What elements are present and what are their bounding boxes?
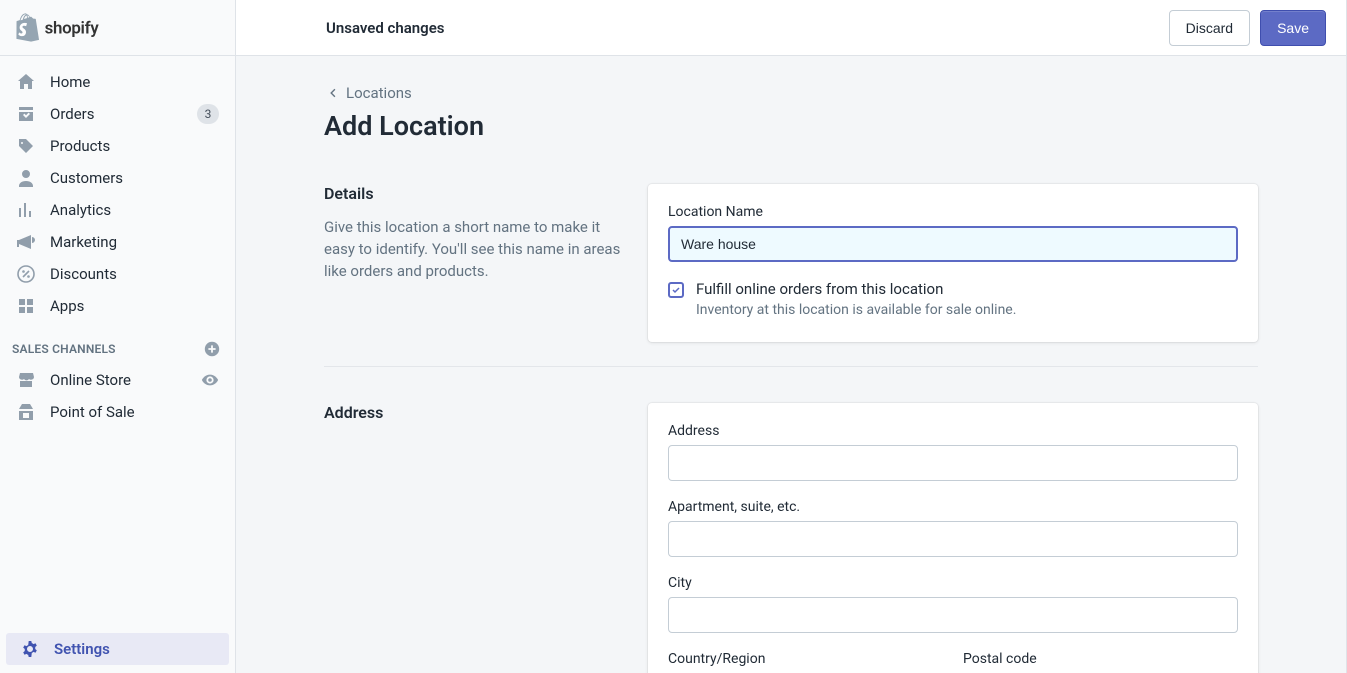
discard-button[interactable]: Discard — [1169, 10, 1250, 46]
shopify-logo-icon: shopify — [16, 13, 120, 43]
analytics-icon — [16, 200, 36, 220]
save-button[interactable]: Save — [1260, 10, 1326, 46]
discounts-icon — [16, 264, 36, 284]
details-description: Give this location a short name to make … — [324, 217, 624, 282]
add-channel-button[interactable] — [203, 340, 221, 358]
channel-online-store[interactable]: Online Store — [2, 364, 233, 396]
nav-label: Marketing — [50, 232, 117, 252]
sales-channels-heading: SALES CHANNELS — [0, 322, 235, 364]
details-section: Details Give this location a short name … — [324, 168, 1258, 358]
svg-text:shopify: shopify — [45, 18, 100, 38]
nav-label: Apps — [50, 296, 84, 316]
city-label: City — [668, 575, 1238, 591]
nav-marketing[interactable]: Marketing — [2, 226, 233, 258]
nav-label: Settings — [54, 639, 110, 659]
address-label: Address — [668, 423, 1238, 439]
nav-home[interactable]: Home — [2, 66, 233, 98]
nav-label: Point of Sale — [50, 402, 135, 422]
nav-customers[interactable]: Customers — [2, 162, 233, 194]
location-name-label: Location Name — [668, 204, 1238, 220]
breadcrumb-label: Locations — [346, 84, 412, 102]
nav-label: Customers — [50, 168, 123, 188]
city-input[interactable] — [668, 597, 1238, 633]
postal-label: Postal code — [963, 651, 1238, 667]
address-section: Address Address Apartment, suite, etc. C… — [324, 366, 1258, 673]
apt-label: Apartment, suite, etc. — [668, 499, 1238, 515]
fulfill-subtext: Inventory at this location is available … — [696, 302, 1016, 318]
nav-label: Orders — [50, 104, 95, 124]
nav-products[interactable]: Products — [2, 130, 233, 162]
pos-icon — [16, 402, 36, 422]
nav-label: Analytics — [50, 200, 111, 220]
address-card: Address Apartment, suite, etc. City Coun… — [648, 403, 1258, 673]
nav-apps[interactable]: Apps — [2, 290, 233, 322]
fulfill-checkbox[interactable] — [668, 282, 684, 298]
address-input[interactable] — [668, 445, 1238, 481]
primary-nav: Home Orders 3 Products Customers Analy — [0, 56, 235, 633]
sidebar-footer: Settings — [0, 633, 235, 673]
apt-input[interactable] — [668, 521, 1238, 557]
heading-label: SALES CHANNELS — [12, 342, 116, 356]
eye-icon — [201, 371, 219, 389]
page-title: Add Location — [324, 110, 1258, 142]
main-content: Locations Add Location Details Give this… — [236, 56, 1347, 673]
check-icon — [671, 285, 681, 295]
apps-icon — [16, 296, 36, 316]
breadcrumb-back[interactable]: Locations — [326, 84, 412, 102]
nav-label: Home — [50, 72, 90, 92]
country-label: Country/Region — [668, 651, 943, 667]
nav-label: Discounts — [50, 264, 117, 284]
location-name-input[interactable] — [668, 226, 1238, 262]
settings-icon — [20, 639, 40, 659]
nav-label: Products — [50, 136, 110, 156]
products-icon — [16, 136, 36, 156]
nav-label: Online Store — [50, 370, 131, 390]
sidebar: shopify Home Orders 3 Products — [0, 0, 236, 673]
marketing-icon — [16, 232, 36, 252]
nav-settings[interactable]: Settings — [6, 633, 229, 665]
plus-circle-icon — [203, 340, 221, 358]
details-heading: Details — [324, 184, 624, 203]
topbar-actions: Discard Save — [1169, 10, 1326, 46]
nav-discounts[interactable]: Discounts — [2, 258, 233, 290]
address-heading: Address — [324, 403, 624, 422]
orders-icon — [16, 104, 36, 124]
topbar: Unsaved changes Discard Save — [236, 0, 1347, 56]
online-store-icon — [16, 370, 36, 390]
unsaved-changes-label: Unsaved changes — [326, 19, 445, 37]
brand-logo[interactable]: shopify — [0, 0, 235, 56]
nav-orders[interactable]: Orders 3 — [2, 98, 233, 130]
chevron-left-icon — [326, 86, 340, 100]
customers-icon — [16, 168, 36, 188]
view-store-button[interactable] — [201, 371, 219, 389]
channel-point-of-sale[interactable]: Point of Sale — [2, 396, 233, 428]
fulfill-label: Fulfill online orders from this location — [696, 280, 1016, 298]
orders-badge: 3 — [197, 104, 219, 124]
details-card: Location Name Fulfill online orders from… — [648, 184, 1258, 342]
nav-analytics[interactable]: Analytics — [2, 194, 233, 226]
fulfill-option: Fulfill online orders from this location… — [668, 280, 1238, 318]
home-icon — [16, 72, 36, 92]
